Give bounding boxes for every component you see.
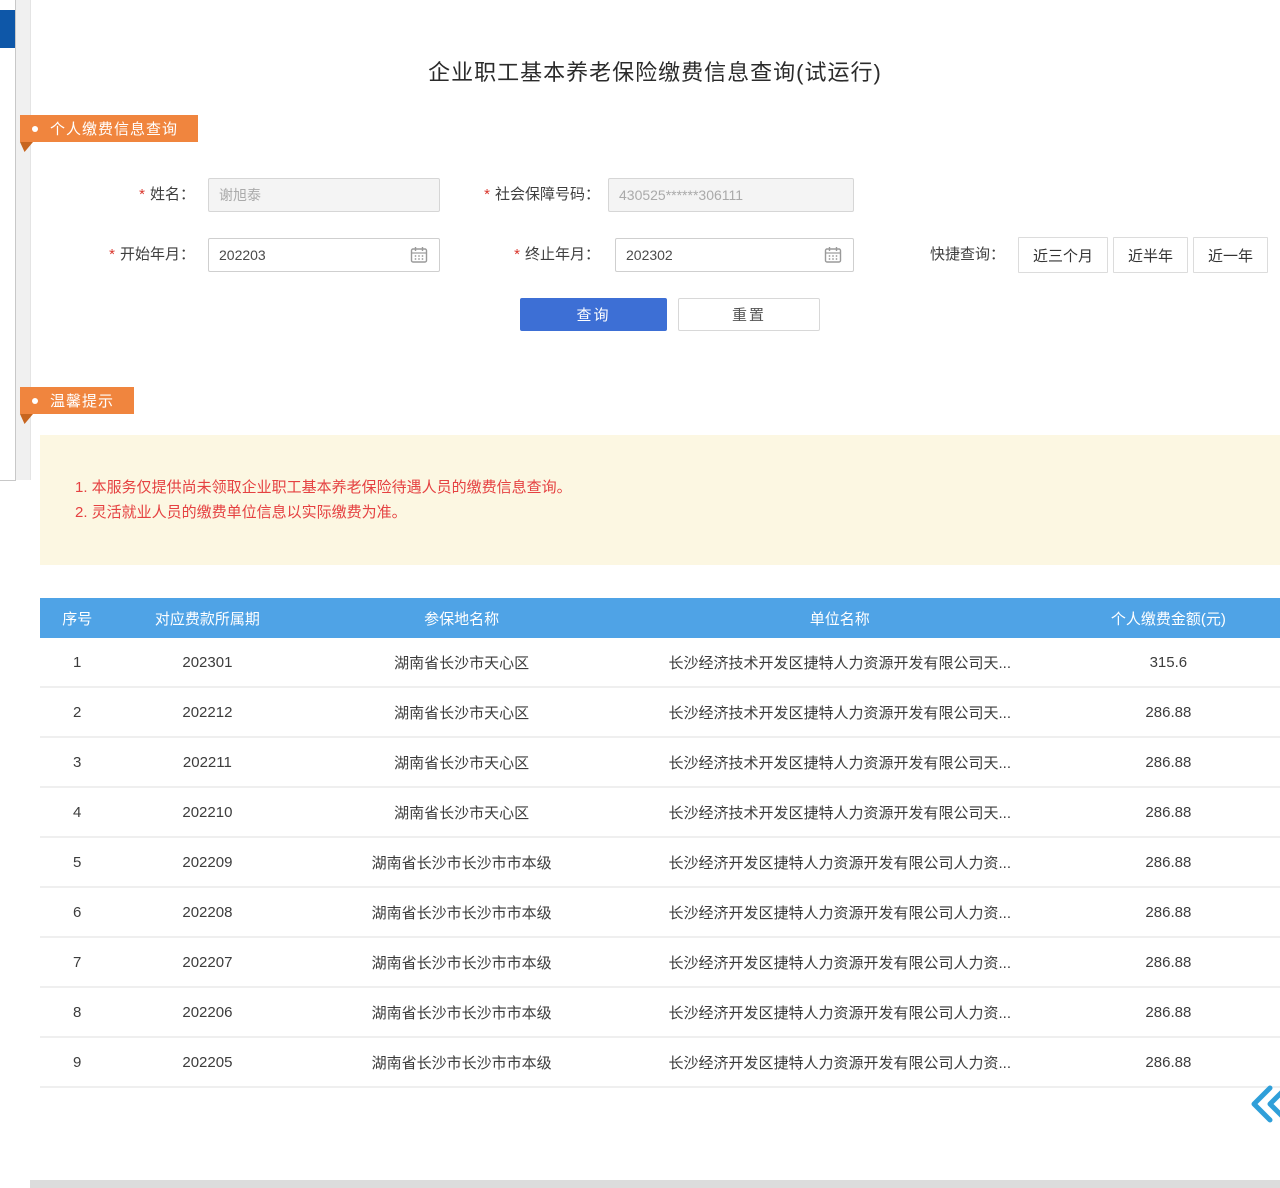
cell-insured-area: 湖南省长沙市长沙市市本级 [300,1052,622,1073]
query-button[interactable]: 查询 [520,298,667,331]
required-asterisk: * [514,246,520,263]
cell-amount: 315.6 [1057,654,1280,671]
quick-query-button-group: 近三个月近半年近一年 [1018,237,1268,273]
table-header-row: 序号对应费款所属期参保地名称单位名称个人缴费金额(元) [40,598,1280,638]
page-title: 企业职工基本养老保险缴费信息查询(试运行) [30,56,1280,90]
cell-index: 3 [40,754,114,771]
cell-company-name: 长沙经济开发区捷特人力资源开发有限公司人力资... [623,852,1057,873]
cell-insured-area: 湖南省长沙市长沙市市本级 [300,952,622,973]
sidebar-toggle-block[interactable] [0,10,15,48]
end-month-input[interactable] [615,238,854,272]
cell-index: 1 [40,654,114,671]
results-table: 序号对应费款所属期参保地名称单位名称个人缴费金额(元) 1 202301 湖南省… [40,598,1280,1088]
cell-index: 9 [40,1054,114,1071]
cell-period: 202212 [114,704,300,721]
cell-amount: 286.88 [1057,754,1280,771]
cell-company-name: 长沙经济开发区捷特人力资源开发有限公司人力资... [623,1052,1057,1073]
cell-period: 202206 [114,1004,300,1021]
cell-company-name: 长沙经济技术开发区捷特人力资源开发有限公司天... [623,752,1057,773]
bottom-edge-bar [30,1180,1280,1188]
quick-query-label: 快捷查询： [930,237,1012,273]
table-header-cell-3: 单位名称 [623,608,1057,629]
cell-company-name: 长沙经济技术开发区捷特人力资源开发有限公司天... [623,802,1057,823]
table-row: 4 202210 湖南省长沙市天心区 长沙经济技术开发区捷特人力资源开发有限公司… [40,788,1280,838]
cell-amount: 286.88 [1057,854,1280,871]
cell-insured-area: 湖南省长沙市天心区 [300,652,622,673]
table-row: 3 202211 湖南省长沙市天心区 长沙经济技术开发区捷特人力资源开发有限公司… [40,738,1280,788]
start-month-label: *开始年月： [60,238,195,272]
cell-index: 8 [40,1004,114,1021]
cell-period: 202301 [114,654,300,671]
table-row: 5 202209 湖南省长沙市长沙市市本级 长沙经济开发区捷特人力资源开发有限公… [40,838,1280,888]
cell-insured-area: 湖南省长沙市天心区 [300,752,622,773]
table-body: 1 202301 湖南省长沙市天心区 长沙经济技术开发区捷特人力资源开发有限公司… [40,638,1280,1088]
cell-period: 202205 [114,1054,300,1071]
collapsed-sidebar [0,0,16,481]
cell-index: 5 [40,854,114,871]
section-badge-personal-payment-query: 个人缴费信息查询 [20,115,198,142]
cell-period: 202207 [114,954,300,971]
double-chevron-left-icon[interactable] [1250,1084,1280,1124]
calendar-icon[interactable] [410,246,428,264]
table-row: 8 202206 湖南省长沙市长沙市市本级 长沙经济开发区捷特人力资源开发有限公… [40,988,1280,1038]
cell-index: 4 [40,804,114,821]
cell-company-name: 长沙经济开发区捷特人力资源开发有限公司人力资... [623,1002,1057,1023]
ssn-label: *社会保障号码： [455,178,600,212]
section-badge-label: 温馨提示 [50,390,114,411]
cell-insured-area: 湖南省长沙市长沙市市本级 [300,1002,622,1023]
cell-index: 6 [40,904,114,921]
reset-button[interactable]: 重置 [678,298,820,331]
table-row: 7 202207 湖南省长沙市长沙市市本级 长沙经济开发区捷特人力资源开发有限公… [40,938,1280,988]
cell-insured-area: 湖南省长沙市天心区 [300,802,622,823]
cell-period: 202209 [114,854,300,871]
end-month-label: *终止年月： [470,238,600,272]
cell-company-name: 长沙经济开发区捷特人力资源开发有限公司人力资... [623,902,1057,923]
table-row: 2 202212 湖南省长沙市天心区 长沙经济技术开发区捷特人力资源开发有限公司… [40,688,1280,738]
table-header-cell-4: 个人缴费金额(元) [1057,608,1280,629]
cell-amount: 286.88 [1057,804,1280,821]
bullet-icon [32,398,38,404]
name-label: *姓名： [80,178,195,212]
table-header-cell-0: 序号 [40,608,114,629]
table-header-cell-2: 参保地名称 [300,608,622,629]
notice-panel: 1. 本服务仅提供尚未领取企业职工基本养老保险待遇人员的缴费信息查询。2. 灵活… [40,435,1280,565]
ssn-input[interactable] [608,178,854,212]
cell-period: 202210 [114,804,300,821]
cell-amount: 286.88 [1057,1054,1280,1071]
table-row: 1 202301 湖南省长沙市天心区 长沙经济技术开发区捷特人力资源开发有限公司… [40,638,1280,688]
table-row: 6 202208 湖南省长沙市长沙市市本级 长沙经济开发区捷特人力资源开发有限公… [40,888,1280,938]
cell-amount: 286.88 [1057,954,1280,971]
cell-index: 7 [40,954,114,971]
cell-insured-area: 湖南省长沙市天心区 [300,702,622,723]
start-month-input[interactable] [208,238,440,272]
cell-index: 2 [40,704,114,721]
table-row: 9 202205 湖南省长沙市长沙市市本级 长沙经济开发区捷特人力资源开发有限公… [40,1038,1280,1088]
cell-insured-area: 湖南省长沙市长沙市市本级 [300,902,622,923]
cell-company-name: 长沙经济技术开发区捷特人力资源开发有限公司天... [623,652,1057,673]
required-asterisk: * [109,246,115,263]
name-input[interactable] [208,178,440,212]
notice-line-1: 1. 本服务仅提供尚未领取企业职工基本养老保险待遇人员的缴费信息查询。 [75,475,1260,500]
section-badge-tips: 温馨提示 [20,387,134,414]
cell-period: 202208 [114,904,300,921]
cell-company-name: 长沙经济技术开发区捷特人力资源开发有限公司天... [623,702,1057,723]
quick-option-2[interactable]: 近一年 [1193,237,1268,273]
bullet-icon [32,126,38,132]
calendar-icon[interactable] [824,246,842,264]
cell-amount: 286.88 [1057,904,1280,921]
cell-company-name: 长沙经济开发区捷特人力资源开发有限公司人力资... [623,952,1057,973]
required-asterisk: * [139,186,145,203]
table-header-cell-1: 对应费款所属期 [114,608,300,629]
cell-insured-area: 湖南省长沙市长沙市市本级 [300,852,622,873]
cell-period: 202211 [114,754,300,771]
cell-amount: 286.88 [1057,1004,1280,1021]
section-badge-label: 个人缴费信息查询 [50,118,178,139]
cell-amount: 286.88 [1057,704,1280,721]
required-asterisk: * [484,186,490,203]
quick-option-0[interactable]: 近三个月 [1018,237,1108,273]
quick-option-1[interactable]: 近半年 [1113,237,1188,273]
notice-line-2: 2. 灵活就业人员的缴费单位信息以实际缴费为准。 [75,500,1260,525]
